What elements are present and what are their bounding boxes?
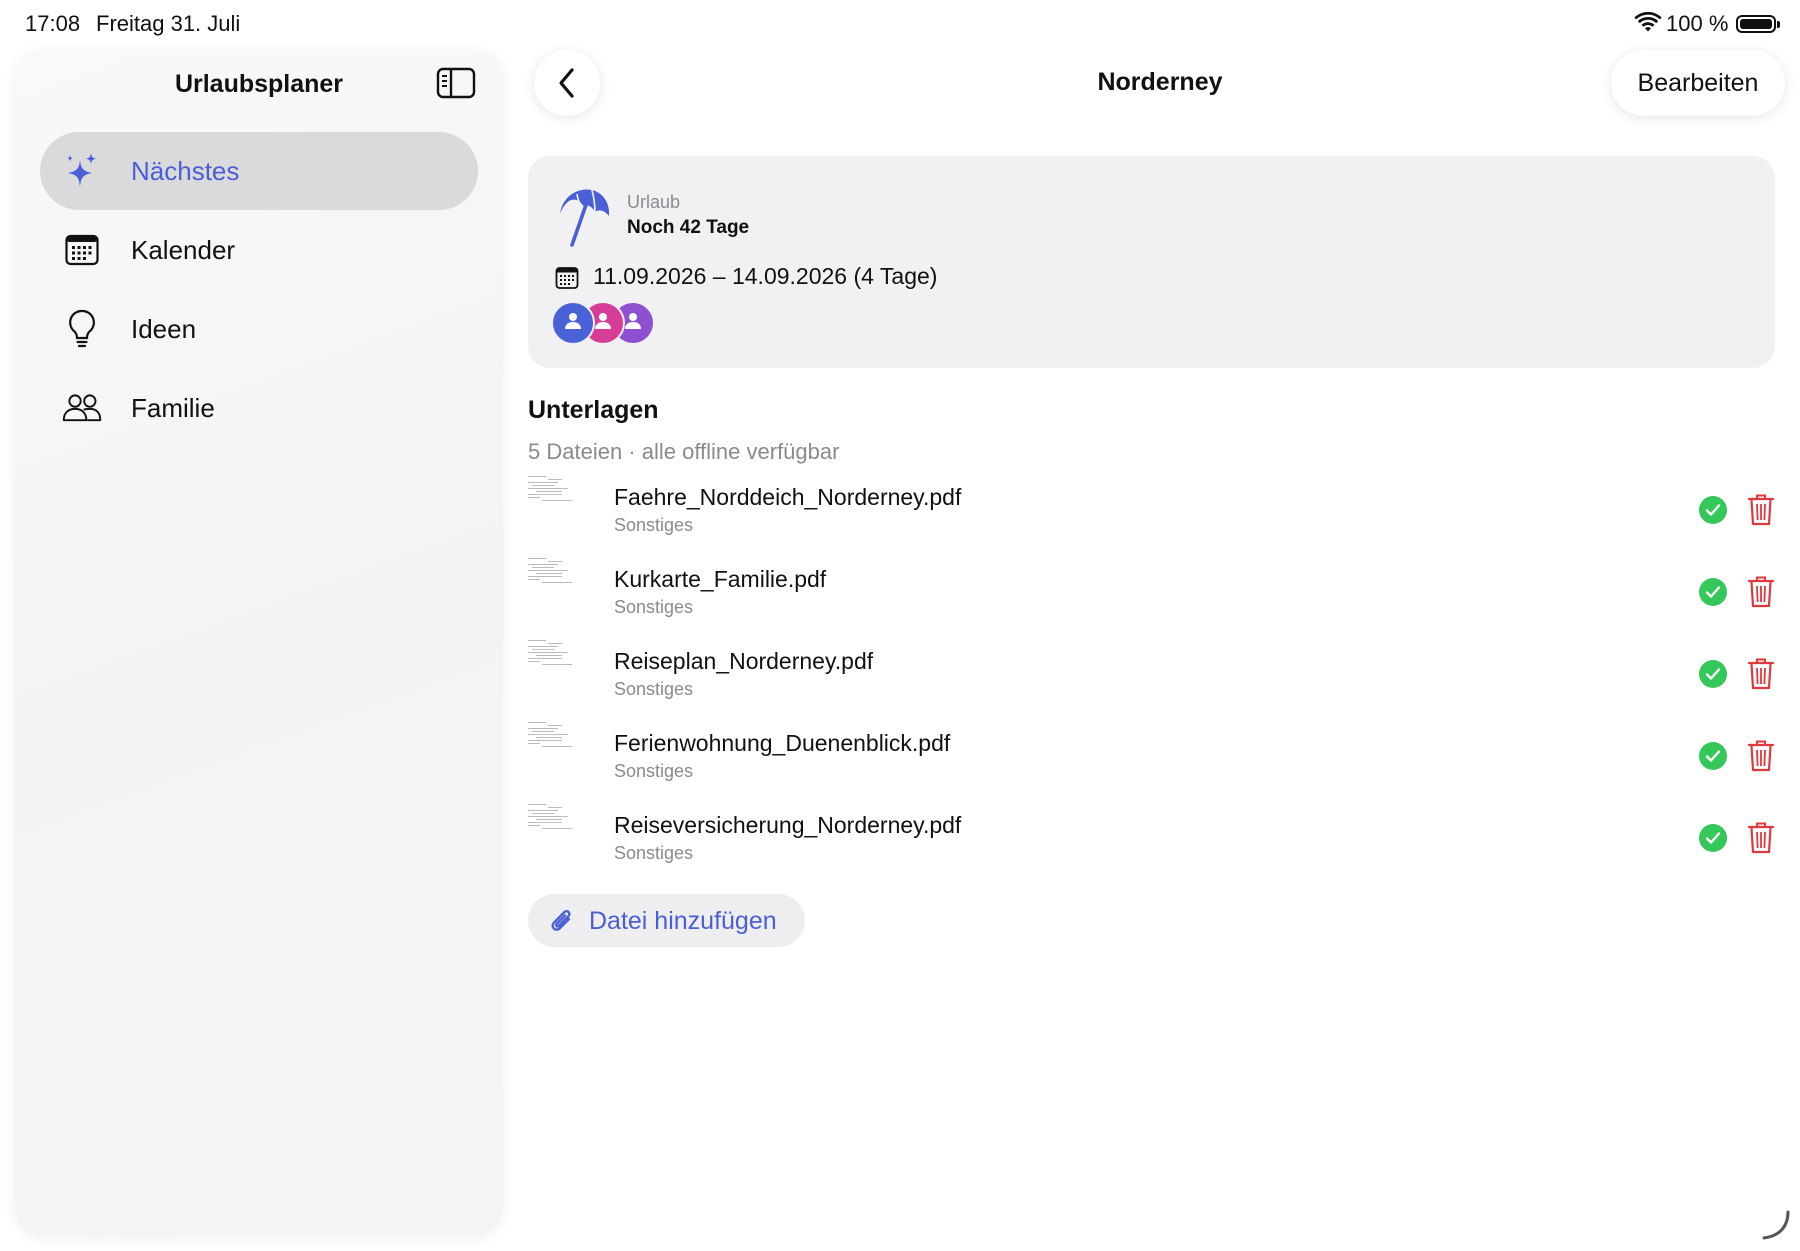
- sidebar: Urlaubsplaner Nächstes Kalender Ideen Fa…: [15, 50, 503, 1236]
- pdf-thumbnail: [528, 640, 584, 668]
- lightbulb-icon: [62, 309, 102, 349]
- sidebar-item-naechstes[interactable]: Nächstes: [40, 132, 478, 210]
- document-name: Reiseversicherung_Norderney.pdf: [614, 812, 962, 838]
- sidebar-item-label: Familie: [131, 392, 215, 423]
- document-row[interactable]: Ferienwohnung_Duenenblick.pdf Sonstiges: [528, 722, 1778, 804]
- sidebar-item-label: Ideen: [131, 313, 197, 344]
- status-time: 17:08: [25, 11, 81, 36]
- sidebar-item-kalender[interactable]: Kalender: [40, 211, 478, 289]
- trash-icon[interactable]: [1747, 575, 1775, 609]
- trip-date-range: 11.09.2026 – 14.09.2026 (4 Tage): [593, 263, 938, 289]
- offline-available-icon: [1699, 578, 1727, 606]
- pdf-thumbnail: [528, 558, 584, 586]
- person-icon: [592, 310, 614, 337]
- chevron-left-icon: [559, 68, 574, 98]
- document-row[interactable]: Reiseplan_Norderney.pdf Sonstiges: [528, 640, 1778, 722]
- status-date: Freitag 31. Juli: [96, 11, 241, 36]
- documents-title: Unterlagen: [528, 396, 659, 424]
- sidebar-item-familie[interactable]: Familie: [40, 369, 478, 447]
- trip-kind: Urlaub: [627, 192, 681, 212]
- trip-summary-card: Urlaub Noch 42 Tage 11.09.2026 – 14.09.2…: [528, 156, 1775, 368]
- offline-available-icon: [1699, 496, 1727, 524]
- wifi-icon: [1634, 12, 1662, 32]
- back-button[interactable]: [534, 50, 600, 116]
- offline-available-icon: [1699, 660, 1727, 688]
- document-category: Sonstiges: [614, 761, 694, 781]
- document-name: Ferienwohnung_Duenenblick.pdf: [614, 730, 951, 756]
- beach-umbrella-icon: [560, 189, 610, 247]
- battery-icon: [1736, 15, 1780, 33]
- document-category: Sonstiges: [614, 679, 694, 699]
- add-file-button[interactable]: Datei hinzufügen: [528, 894, 805, 947]
- documents-subtitle: 5 Dateien · alle offline verfügbar: [528, 439, 840, 464]
- battery-percentage: 100 %: [1666, 11, 1729, 36]
- sidebar-item-label: Nächstes: [131, 155, 240, 186]
- calendar-icon: [62, 230, 102, 270]
- trip-countdown: Noch 42 Tage: [627, 217, 750, 238]
- resize-handle-icon[interactable]: [1758, 1208, 1792, 1242]
- person-icon: [622, 310, 644, 337]
- document-category: Sonstiges: [614, 597, 694, 617]
- document-name: Faehre_Norddeich_Norderney.pdf: [614, 484, 962, 510]
- document-row[interactable]: Reiseversicherung_Norderney.pdf Sonstiges: [528, 804, 1778, 886]
- page-title: Norderney: [1097, 68, 1223, 96]
- document-category: Sonstiges: [614, 515, 694, 535]
- sidebar-toggle-icon[interactable]: [436, 67, 476, 99]
- offline-available-icon: [1699, 824, 1727, 852]
- avatar: [551, 301, 595, 345]
- sidebar-item-label: Kalender: [131, 234, 236, 265]
- sidebar-title: Urlaubsplaner: [174, 70, 344, 98]
- pdf-thumbnail: [528, 722, 584, 750]
- add-file-label: Datei hinzufügen: [589, 907, 777, 935]
- edit-button[interactable]: Bearbeiten: [1611, 50, 1785, 116]
- sidebar-item-ideen[interactable]: Ideen: [40, 290, 478, 368]
- document-name: Kurkarte_Familie.pdf: [614, 566, 827, 592]
- document-name: Reiseplan_Norderney.pdf: [614, 648, 874, 674]
- calendar-icon: [555, 267, 579, 289]
- people-icon: [62, 388, 102, 428]
- trash-icon[interactable]: [1747, 739, 1775, 773]
- pdf-thumbnail: [528, 476, 584, 504]
- paperclip-icon: [551, 909, 571, 931]
- person-icon: [562, 310, 584, 337]
- document-category: Sonstiges: [614, 843, 694, 863]
- status-bar: 17:08 Freitag 31. Juli 100 %: [0, 0, 1800, 48]
- trash-icon[interactable]: [1747, 657, 1775, 691]
- trash-icon[interactable]: [1747, 493, 1775, 527]
- offline-available-icon: [1699, 742, 1727, 770]
- document-row[interactable]: Kurkarte_Familie.pdf Sonstiges: [528, 558, 1778, 640]
- sparkles-icon: [62, 151, 102, 191]
- trash-icon[interactable]: [1747, 821, 1775, 855]
- pdf-thumbnail: [528, 804, 584, 832]
- document-row[interactable]: Faehre_Norddeich_Norderney.pdf Sonstiges: [528, 476, 1778, 558]
